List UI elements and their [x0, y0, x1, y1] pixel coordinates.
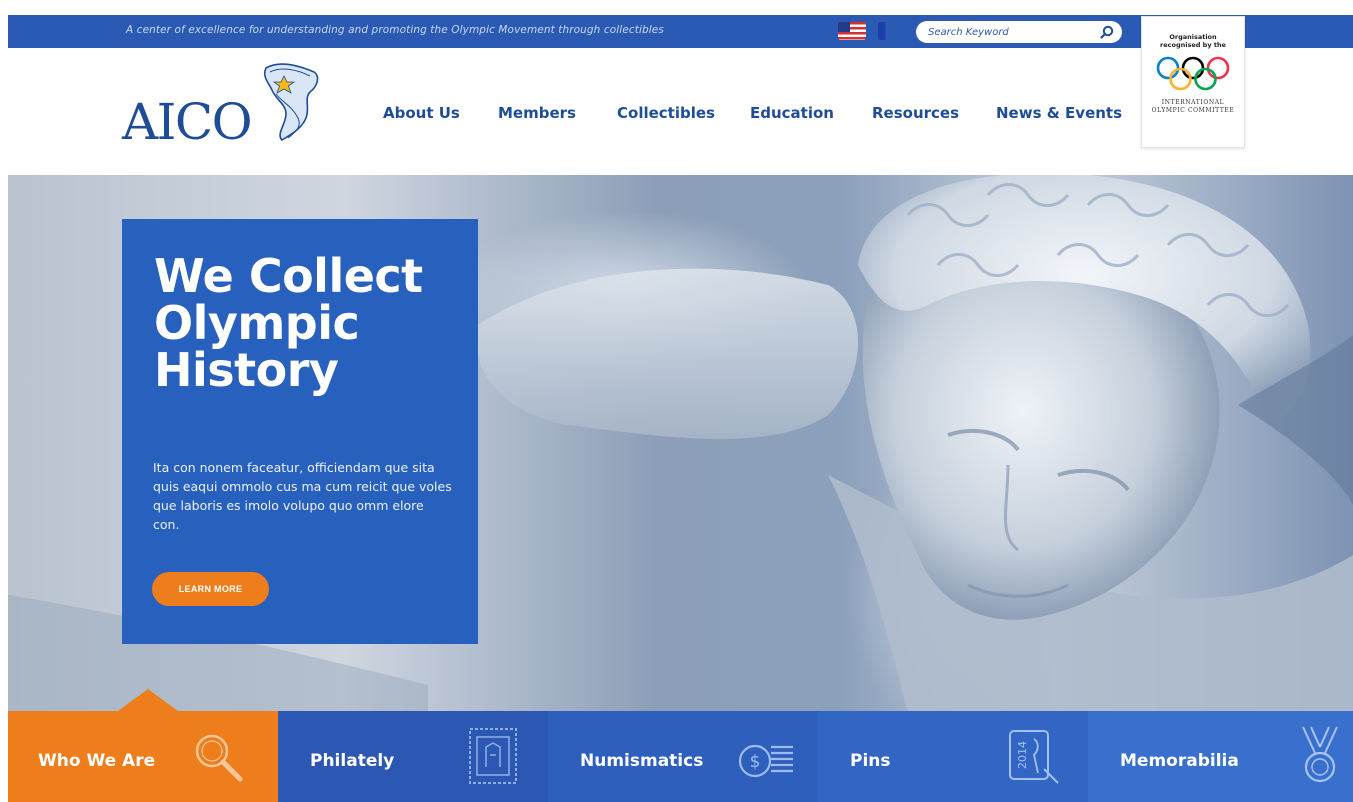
hero-description: Ita con nonem faceatur, officiendam que …	[153, 460, 452, 532]
category-memorabilia[interactable]: Memorabilia	[1088, 711, 1353, 802]
us-flag-icon[interactable]	[838, 22, 866, 40]
magnifier-icon	[195, 734, 243, 782]
category-label: Philately	[310, 751, 395, 771]
hero-title-line-3: History	[154, 343, 339, 397]
nav-about-us[interactable]: About Us	[383, 104, 460, 122]
france-flag-icon[interactable]	[878, 22, 900, 40]
hero-card: We Collect Olympic History Ita con nonem…	[122, 219, 478, 644]
category-philately[interactable]: Philately	[278, 711, 548, 802]
pin-icon: 2014	[1009, 730, 1059, 784]
category-who-we-are[interactable]: Who We Are	[8, 689, 278, 802]
hero-title-line-2: Olympic	[154, 296, 360, 350]
stamp-icon	[469, 728, 517, 784]
logo-torch-mark-icon	[263, 63, 319, 142]
medal-icon	[1302, 726, 1338, 783]
main-navigation: About Us Members Collectibles Education …	[0, 104, 1140, 128]
nav-members[interactable]: Members	[498, 104, 576, 122]
nav-education[interactable]: Education	[750, 104, 834, 122]
nav-collectibles[interactable]: Collectibles	[617, 104, 715, 122]
category-label: Pins	[850, 751, 891, 771]
nav-resources[interactable]: Resources	[872, 104, 959, 122]
svg-text:$: $	[750, 752, 761, 772]
ioc-top-text: Organisation recognised by the	[1160, 33, 1226, 49]
olympic-rings-icon	[1156, 56, 1230, 91]
svg-text:2014: 2014	[1016, 741, 1029, 769]
category-label: Numismatics	[580, 751, 704, 771]
search-input[interactable]	[928, 24, 1093, 40]
learn-more-button[interactable]: LEARN MORE	[152, 572, 269, 606]
category-pins[interactable]: Pins 2014	[818, 711, 1088, 802]
category-bar: Who We Are Philately Numismatics $ Pins …	[8, 689, 1353, 802]
site-tagline: A center of excellence for understanding…	[126, 24, 664, 36]
hero-banner: We Collect Olympic History Ita con nonem…	[8, 175, 1353, 713]
search-icon[interactable]	[1098, 24, 1116, 40]
category-label: Who We Are	[38, 751, 156, 771]
category-label: Memorabilia	[1120, 751, 1239, 771]
nav-news-events[interactable]: News & Events	[996, 104, 1122, 122]
hero-title-line-1: We Collect	[154, 249, 423, 303]
search-box	[916, 21, 1122, 43]
coin-icon: $	[738, 744, 793, 778]
ioc-bottom-text: INTERNATIONAL OLYMPIC COMMITTEE	[1151, 99, 1235, 114]
ioc-recognition-badge[interactable]: Organisation recognised by the INTERNATI…	[1141, 16, 1245, 148]
category-numismatics[interactable]: Numismatics $	[548, 711, 818, 802]
hero-title: We Collect Olympic History	[154, 253, 474, 394]
active-indicator	[118, 689, 178, 711]
